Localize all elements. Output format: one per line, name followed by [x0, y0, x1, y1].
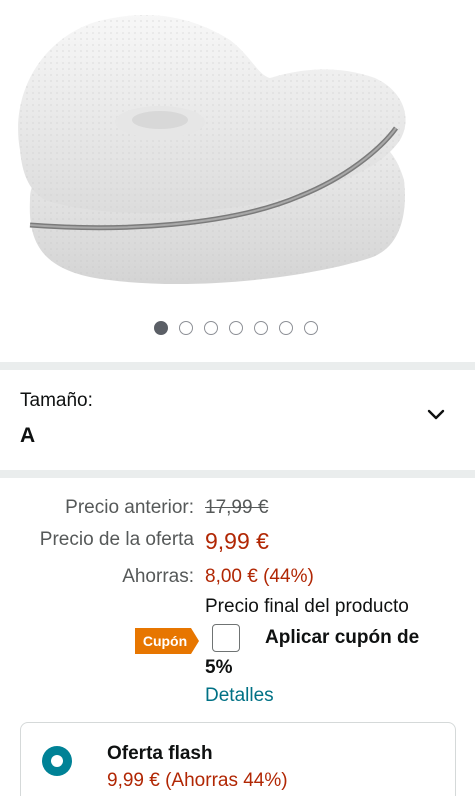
coupon-amount: 5% — [205, 657, 233, 678]
final-price-note: Precio final del producto — [205, 596, 409, 617]
product-image-gallery[interactable] — [0, 0, 475, 362]
carousel-dot[interactable] — [304, 321, 318, 335]
flash-offer-title: Oferta flash — [107, 743, 213, 764]
carousel-dot[interactable] — [229, 321, 243, 335]
carousel-dot-active[interactable] — [154, 321, 168, 335]
coupon-apply-label[interactable]: Aplicar cupón de — [265, 627, 419, 649]
coupon-checkbox[interactable] — [212, 624, 240, 652]
coupon-badge-label: Cupón — [142, 633, 188, 649]
size-label: Tamaño: — [20, 390, 93, 411]
section-divider — [0, 362, 475, 370]
savings-value: 8,00 € (44%) — [205, 566, 314, 587]
flash-offer-price: 9,99 € (Ahorras 44%) — [107, 770, 288, 791]
savings-label: Ahorras: — [122, 566, 194, 587]
deal-price-value: 9,99 € — [205, 528, 269, 554]
chevron-down-icon[interactable] — [424, 402, 448, 426]
carousel-dot[interactable] — [254, 321, 268, 335]
carousel-dot[interactable] — [279, 321, 293, 335]
product-image[interactable] — [0, 0, 475, 300]
coupon-details-link[interactable]: Detalles — [205, 685, 274, 707]
carousel-dots — [154, 321, 318, 335]
previous-price-value: 17,99 € — [205, 497, 269, 518]
size-value[interactable]: A — [20, 424, 35, 448]
section-divider — [0, 470, 475, 478]
previous-price-label: Precio anterior: — [65, 497, 194, 518]
carousel-dot[interactable] — [179, 321, 193, 335]
carousel-dot[interactable] — [204, 321, 218, 335]
size-selector[interactable] — [0, 370, 475, 470]
deal-price-label: Precio de la oferta — [39, 529, 194, 550]
radio-selected-dot — [51, 755, 63, 767]
